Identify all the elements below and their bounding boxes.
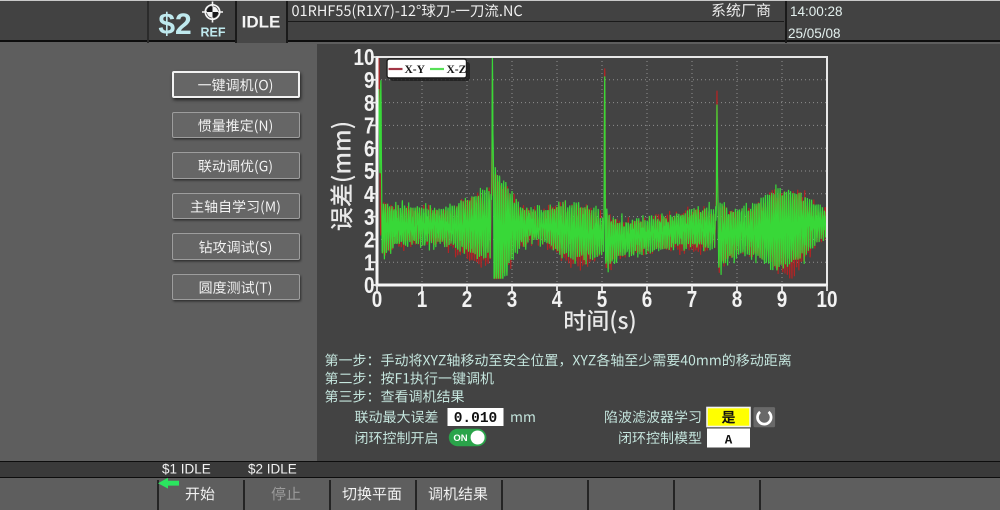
svg-text:3: 3: [364, 204, 375, 230]
svg-text:$2: $2: [158, 8, 191, 41]
svg-text:X-Y: X-Y: [405, 64, 426, 76]
svg-text:A: A: [725, 433, 733, 447]
svg-text:X-Z: X-Z: [447, 64, 467, 76]
svg-text:$1 IDLE: $1 IDLE: [162, 462, 211, 477]
svg-text:$2 IDLE: $2 IDLE: [248, 462, 297, 477]
svg-text:7: 7: [364, 113, 375, 139]
svg-text:0: 0: [372, 286, 383, 312]
svg-text:4: 4: [364, 181, 375, 207]
svg-text:6: 6: [364, 135, 375, 161]
svg-text:ON: ON: [453, 433, 467, 444]
svg-text:10: 10: [354, 44, 375, 70]
svg-text:6: 6: [642, 286, 653, 312]
svg-text:9: 9: [777, 286, 788, 312]
svg-text:7: 7: [687, 286, 698, 312]
svg-text:IDLE: IDLE: [242, 13, 281, 32]
svg-text:0.010: 0.010: [454, 411, 498, 427]
svg-text:1: 1: [364, 249, 375, 275]
svg-text:5: 5: [597, 286, 608, 312]
svg-text:14:00:28: 14:00:28: [790, 4, 843, 19]
svg-text:REF: REF: [201, 25, 226, 39]
svg-text:25/05/08: 25/05/08: [788, 26, 841, 41]
svg-text:1: 1: [417, 286, 428, 312]
svg-text:8: 8: [732, 286, 743, 312]
svg-text:4: 4: [552, 286, 563, 312]
svg-text:5: 5: [364, 158, 375, 184]
svg-text:2: 2: [462, 286, 473, 312]
svg-text:2: 2: [364, 227, 375, 253]
svg-text:10: 10: [817, 286, 838, 312]
svg-text:3: 3: [507, 286, 518, 312]
svg-text:8: 8: [364, 90, 375, 116]
svg-text:9: 9: [364, 67, 375, 93]
